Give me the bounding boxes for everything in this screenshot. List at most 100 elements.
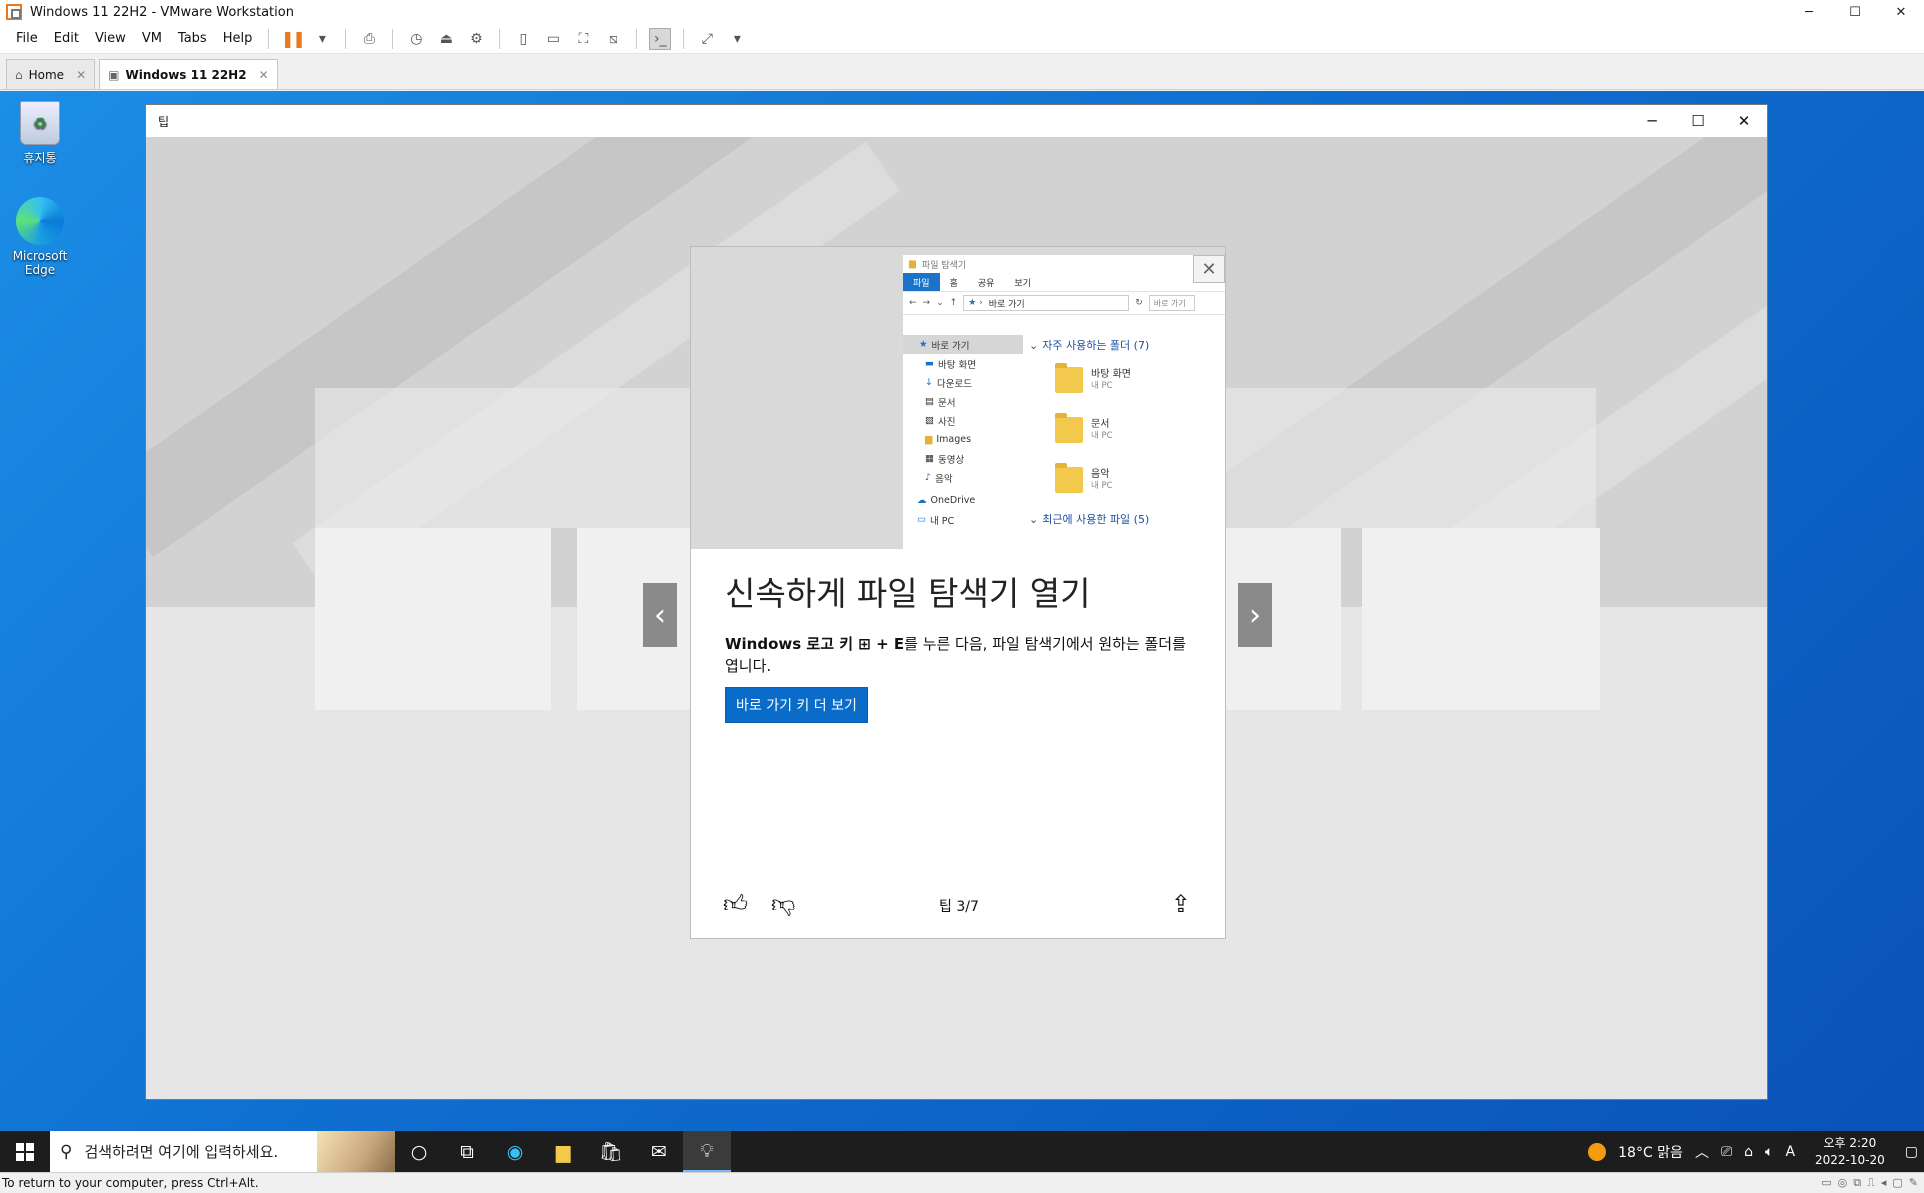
volume-icon[interactable]: 🔈︎ xyxy=(1765,1144,1773,1160)
sound-icon[interactable]: ◂ xyxy=(1881,1176,1887,1190)
unity-icon[interactable]: ⧅ xyxy=(602,28,624,50)
explorer-ribbon: 파일 홈 공유 보기 xyxy=(903,273,1225,291)
pause-icon[interactable]: ❚❚ xyxy=(281,28,306,50)
tip-heading: 신속하게 파일 탐색기 열기 xyxy=(725,574,1091,613)
store-icon[interactable]: 🛍︎ xyxy=(587,1131,635,1172)
snapshot-manager-icon[interactable]: ⚙ xyxy=(465,28,487,50)
tip-body: 신속하게 파일 탐색기 열기 Windows 로고 키 ⊞ + E를 누른 다음… xyxy=(725,573,1195,723)
nav-label: OneDrive xyxy=(930,495,976,506)
full-screen-icon[interactable]: ⛶ xyxy=(572,28,594,50)
weather-sunny-icon[interactable] xyxy=(1588,1142,1607,1161)
nav-item: ▦ 동영상 xyxy=(903,449,1023,468)
send-ctrl-alt-del-icon[interactable]: ⎙ xyxy=(358,28,380,50)
file-explorer-illustration: ▆ 파일 탐색기 ✕ 파일 홈 공유 보기 ← → ⌄ ↑ ★ › 바로 가기 … xyxy=(903,255,1225,549)
tips-app-icon[interactable]: 💡︎ xyxy=(683,1131,731,1172)
taskbar-search[interactable]: ⚲ 검색하려면 여기에 입력하세요. xyxy=(50,1131,395,1172)
folder-icon: ▆ xyxy=(925,434,933,445)
cloud-icon: ☁ xyxy=(917,495,927,506)
network-adapter-icon[interactable]: ⧉ xyxy=(1853,1176,1861,1190)
minimize-button[interactable]: ─ xyxy=(1786,0,1832,24)
ribbon-tab: 파일 xyxy=(903,273,940,291)
background-card xyxy=(315,388,745,528)
menu-edit[interactable]: Edit xyxy=(46,31,87,46)
vmware-logo-icon xyxy=(6,4,22,20)
revert-snapshot-icon[interactable]: ⏏ xyxy=(435,28,457,50)
chevron-down-icon[interactable]: ▾ xyxy=(311,28,333,50)
chevron-up-icon[interactable]: ︿ xyxy=(1695,1142,1709,1162)
menu-tabs[interactable]: Tabs xyxy=(170,31,215,46)
hard-disk-icon[interactable]: ▭ xyxy=(1821,1176,1831,1190)
chevron-down-icon[interactable]: ▾ xyxy=(726,28,748,50)
more-shortcuts-button[interactable]: 바로 가기 키 더 보기 xyxy=(725,687,868,723)
next-tip-button[interactable]: › xyxy=(1238,583,1272,647)
tab-home[interactable]: ⌂ Home ✕ xyxy=(6,59,96,89)
toolbar-separator xyxy=(268,28,270,49)
library-icon[interactable]: ▯ xyxy=(512,28,534,50)
clock[interactable]: 오후 2:20 2022-10-20 xyxy=(1815,1135,1885,1169)
usb-icon[interactable]: ⎍ xyxy=(1867,1176,1875,1190)
share-icon[interactable]: ⇪ xyxy=(1171,890,1191,918)
console-view-icon[interactable]: ›_ xyxy=(649,27,672,50)
cortana-icon[interactable]: ○ xyxy=(395,1131,443,1172)
close-icon[interactable]: ✕ xyxy=(76,68,86,82)
thumbs-up-icon[interactable]: 👍︎ xyxy=(723,890,748,919)
status-text: To return to your computer, press Ctrl+A… xyxy=(2,1176,259,1190)
message-icon[interactable]: ✎ xyxy=(1909,1176,1918,1190)
stretch-icon[interactable]: ⤢ xyxy=(696,28,718,50)
close-button[interactable]: ✕ xyxy=(1721,105,1767,137)
vmware-titlebar: Windows 11 22H2 - VMware Workstation ─ ☐… xyxy=(0,0,1924,24)
music-icon: ♪ xyxy=(925,472,932,483)
close-icon[interactable]: ✕ xyxy=(259,68,269,82)
mail-icon[interactable]: ✉ xyxy=(635,1131,683,1172)
desktop-icon-recycle-bin[interactable]: ♻ 휴지통 xyxy=(0,101,80,166)
menu-vm[interactable]: VM xyxy=(134,31,170,46)
close-button[interactable]: ✕ xyxy=(1878,0,1924,24)
maximize-button[interactable]: ☐ xyxy=(1832,0,1878,24)
tab-label: Windows 11 22H2 xyxy=(125,67,247,82)
start-button[interactable] xyxy=(0,1131,50,1172)
notification-icon[interactable]: ▢ xyxy=(1905,1144,1918,1160)
nav-label: 사진 xyxy=(937,416,956,428)
nav-item: ▆ Images xyxy=(903,430,1023,449)
background-card xyxy=(1362,528,1600,710)
task-view-icon[interactable]: ⧉ xyxy=(443,1131,491,1172)
clock-date: 2022-10-20 xyxy=(1815,1152,1885,1167)
vmware-tabbar: ⌂ Home ✕ ▣ Windows 11 22H2 ✕ xyxy=(0,55,1924,90)
explorer-title-text: 파일 탐색기 xyxy=(921,260,967,271)
display-icon[interactable]: ▢ xyxy=(1892,1176,1902,1190)
desktop-icon-edge[interactable]: Microsoft Edge xyxy=(0,197,80,277)
menu-help[interactable]: Help xyxy=(215,31,261,46)
desc-key: + E xyxy=(876,635,905,653)
recent-files-header: ⌄ 최근에 사용한 파일 (5) xyxy=(1029,509,1225,529)
back-arrow-icon: ← xyxy=(909,298,917,308)
maximize-button[interactable]: ☐ xyxy=(1675,105,1721,137)
weather-text[interactable]: 18°C 맑음 xyxy=(1618,1142,1683,1162)
snapshot-icon[interactable]: ◷ xyxy=(405,28,427,50)
ribbon-tab: 공유 xyxy=(977,278,995,289)
thumbs-down-icon[interactable]: 👎︎ xyxy=(771,890,795,919)
previous-tip-button[interactable]: ‹ xyxy=(643,583,677,647)
nav-label: 문서 xyxy=(937,397,956,409)
background-card xyxy=(577,528,707,710)
menu-file[interactable]: File xyxy=(8,31,46,46)
edge-taskbar-icon[interactable]: ◉ xyxy=(491,1131,539,1172)
tip-card: ▆ 파일 탐색기 ✕ 파일 홈 공유 보기 ← → ⌄ ↑ ★ › 바로 가기 … xyxy=(690,246,1226,939)
thumbnail-bar-icon[interactable]: ▭ xyxy=(542,28,564,50)
ime-indicator[interactable]: A xyxy=(1785,1144,1795,1160)
search-highlight-image xyxy=(317,1131,395,1172)
meet-now-icon[interactable]: ⎚ xyxy=(1721,1144,1732,1160)
tab-windows-11[interactable]: ▣ Windows 11 22H2 ✕ xyxy=(99,59,278,89)
nav-item: ▭ 내 PC xyxy=(903,510,1023,529)
explorer-title: ▆ 파일 탐색기 xyxy=(903,255,1225,273)
nav-label: Images xyxy=(936,434,972,445)
file-explorer-icon[interactable]: ▆ xyxy=(539,1131,587,1172)
vmware-window-controls: ─ ☐ ✕ xyxy=(1786,0,1924,24)
cd-drive-icon[interactable]: ◎ xyxy=(1838,1176,1848,1190)
forward-arrow-icon: → xyxy=(922,298,931,308)
address-text: 바로 가기 xyxy=(988,299,1025,310)
menu-view[interactable]: View xyxy=(87,31,134,46)
ribbon-tab: 홈 xyxy=(949,278,958,289)
minimize-button[interactable]: ─ xyxy=(1629,105,1675,137)
network-icon[interactable]: ⌂ xyxy=(1744,1144,1753,1160)
nav-item: ▬ 바탕 화면 xyxy=(903,354,1023,373)
